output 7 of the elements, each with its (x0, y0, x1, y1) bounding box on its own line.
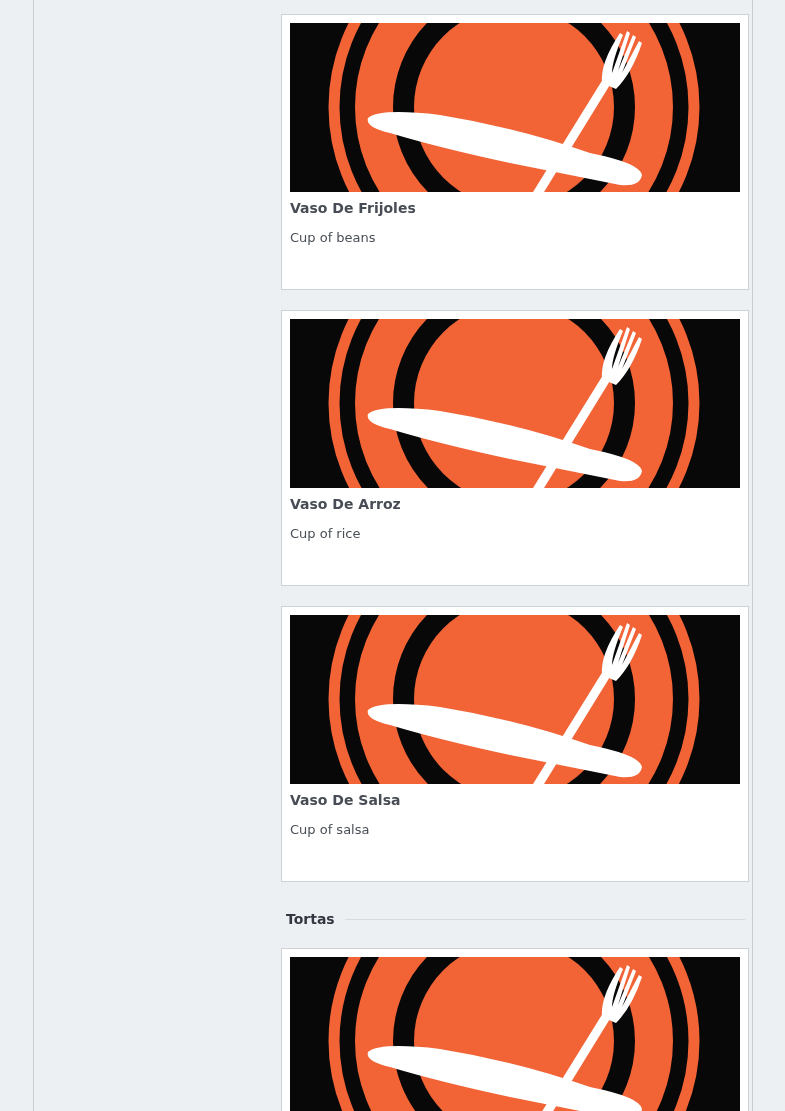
item-name: Vaso De Salsa (290, 791, 402, 809)
item-name: Vaso De Arroz (290, 495, 402, 513)
item-description: Cup of salsa (290, 821, 371, 839)
item-name: Vaso De Frijoles (290, 199, 417, 217)
item-description: Cup of rice (290, 525, 362, 543)
section-heading: Tortas (286, 910, 335, 928)
item-description: Cup of beans (290, 229, 377, 247)
